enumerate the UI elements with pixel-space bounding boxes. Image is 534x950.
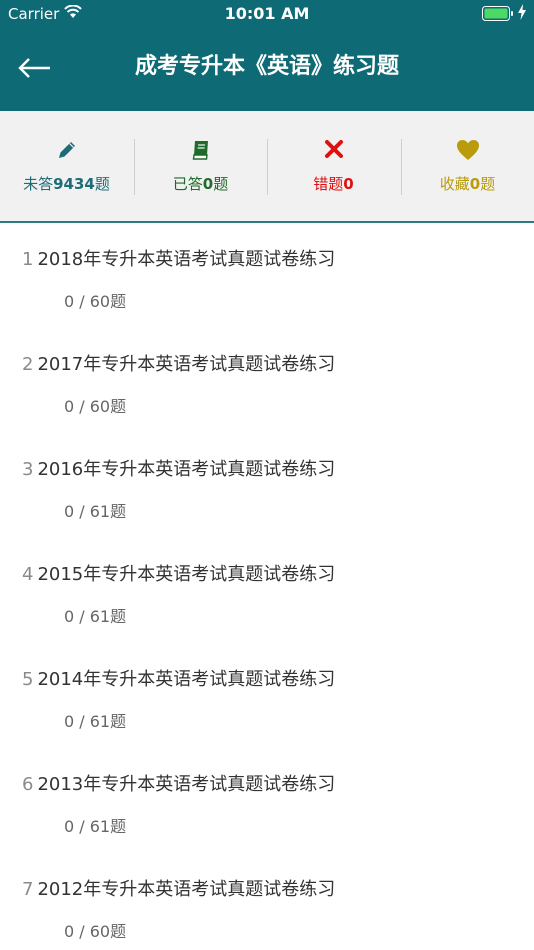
back-button[interactable] — [16, 52, 56, 84]
list-item[interactable]: 6 2013年专升本英语考试真题试卷练习 0 / 61题 — [0, 750, 534, 855]
stat-wrong[interactable]: 错题0 — [267, 111, 400, 223]
item-number: 6 — [22, 774, 34, 795]
charging-icon — [518, 4, 526, 20]
list-item[interactable]: 4 2015年专升本英语考试真题试卷练习 0 / 61题 — [0, 540, 534, 645]
list-item[interactable]: 3 2016年专升本英语考试真题试卷练习 0 / 61题 — [0, 435, 534, 540]
item-progress: 0 / 61题 — [64, 502, 127, 521]
x-icon — [324, 140, 343, 158]
item-title: 2018年专升本英语考试真题试卷练习 — [37, 249, 336, 270]
item-title: 2014年专升本英语考试真题试卷练习 — [37, 669, 336, 690]
page-title: 成考专升本《英语》练习题 — [134, 54, 399, 79]
list-item[interactable]: 2 2017年专升本英语考试真题试卷练习 0 / 60题 — [0, 330, 534, 435]
stat-answered[interactable]: 已答0题 — [134, 111, 267, 223]
item-title: 2015年专升本英语考试真题试卷练习 — [37, 564, 336, 585]
stat-count: 0 — [343, 175, 354, 193]
stat-label: 未答 — [23, 175, 54, 193]
item-title: 2013年专升本英语考试真题试卷练习 — [37, 774, 336, 795]
heart-icon — [456, 140, 479, 160]
stat-suffix: 题 — [213, 175, 229, 193]
battery-icon — [482, 6, 513, 21]
stat-count: 9434 — [53, 175, 95, 193]
list-item[interactable]: 1 2018年专升本英语考试真题试卷练习 0 / 60题 — [0, 225, 534, 330]
stat-label: 错题 — [313, 175, 344, 193]
item-progress: 0 / 60题 — [64, 397, 127, 416]
item-progress: 0 / 60题 — [64, 292, 127, 311]
stats-bar: 未答9434题 已答0题 错题0 收藏0题 — [0, 111, 534, 223]
stat-suffix: 题 — [480, 175, 496, 193]
stat-count: 0 — [202, 175, 214, 193]
item-number: 5 — [22, 669, 34, 690]
item-progress: 0 / 61题 — [64, 712, 127, 731]
stat-count: 0 — [469, 175, 481, 193]
item-title: 2017年专升本英语考试真题试卷练习 — [37, 354, 336, 375]
status-bar: Carrier 10:01 AM — [0, 0, 534, 28]
item-number: 2 — [22, 354, 34, 375]
stat-unanswered[interactable]: 未答9434题 — [0, 111, 133, 223]
list-item[interactable]: 5 2014年专升本英语考试真题试卷练习 0 / 61题 — [0, 645, 534, 750]
item-number: 4 — [22, 564, 34, 585]
app-header: Carrier 10:01 AM 成考专升本《英语》练习题 — [0, 0, 534, 111]
item-title: 2012年专升本英语考试真题试卷练习 — [37, 879, 336, 900]
item-progress: 0 / 61题 — [64, 817, 127, 836]
item-number: 7 — [22, 879, 34, 900]
stat-label: 收藏 — [439, 175, 470, 193]
item-progress: 0 / 61题 — [64, 607, 127, 626]
item-progress: 0 / 60题 — [64, 922, 127, 941]
stat-favorites[interactable]: 收藏0题 — [401, 111, 534, 223]
book-icon — [192, 141, 208, 160]
item-number: 3 — [22, 459, 34, 480]
pencil-icon — [58, 142, 75, 158]
item-number: 1 — [22, 249, 34, 270]
list-item[interactable]: 7 2012年专升本英语考试真题试卷练习 0 / 60题 — [0, 855, 534, 950]
item-title: 2016年专升本英语考试真题试卷练习 — [37, 459, 336, 480]
stat-suffix: 题 — [94, 175, 110, 193]
stat-label: 已答 — [172, 175, 203, 193]
back-arrow-icon — [18, 58, 50, 78]
status-time: 10:01 AM — [224, 4, 310, 23]
